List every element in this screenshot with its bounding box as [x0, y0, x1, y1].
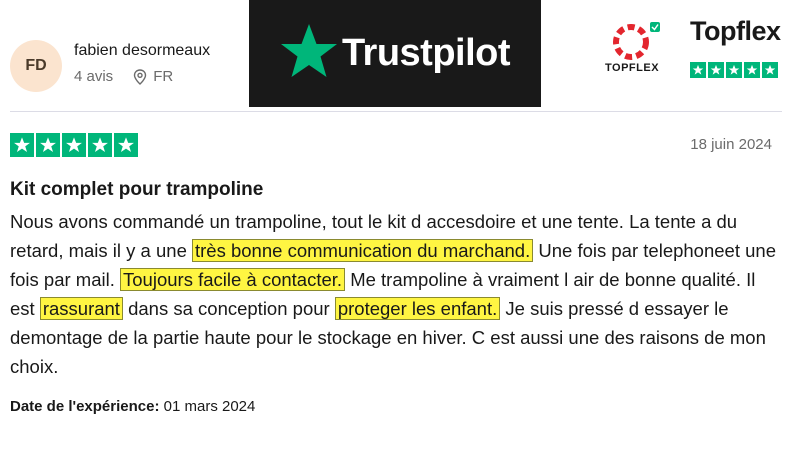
- topflex-rating-stars: [690, 62, 778, 78]
- experience-label: Date de l'expérience:: [10, 398, 160, 415]
- star-icon: [36, 133, 60, 157]
- star-icon: [726, 62, 742, 78]
- experience-date: Date de l'expérience: 01 mars 2024: [10, 398, 255, 415]
- experience-value: 01 mars 2024: [163, 398, 256, 415]
- avatar[interactable]: FD: [10, 40, 62, 92]
- location-pin-icon: [133, 68, 147, 85]
- review-body: Nous avons commandé un trampoline, tout …: [10, 207, 785, 381]
- highlighted-phrase: très bonne communication du marchand.: [192, 239, 534, 262]
- star-icon: [88, 133, 112, 157]
- star-icon: [10, 133, 34, 157]
- reviewer-meta: 4 avis FR: [74, 68, 173, 85]
- star-icon: [690, 62, 706, 78]
- review-title[interactable]: Kit complet pour trampoline: [10, 179, 263, 201]
- trustpilot-star-icon: [280, 23, 338, 84]
- trustpilot-wordmark: Trustpilot: [341, 32, 511, 74]
- topflex-wordmark: Topflex: [690, 16, 781, 46]
- review-text-segment: dans sa conception pour: [122, 298, 335, 319]
- highlighted-phrase: proteger les enfant.: [334, 297, 501, 320]
- highlighted-phrase: rassurant: [39, 297, 123, 320]
- reviewer-country: FR: [153, 68, 174, 85]
- reviewer-name[interactable]: fabien desormeaux: [74, 42, 210, 60]
- trustpilot-banner: Trustpilot: [249, 0, 541, 107]
- star-icon: [744, 62, 760, 78]
- header-divider: [10, 111, 782, 112]
- review-date: 18 juin 2024: [690, 136, 772, 153]
- star-icon: [708, 62, 724, 78]
- star-icon: [62, 133, 86, 157]
- topflex-mark-label: TOPFLEX: [605, 62, 660, 74]
- review-rating-stars: [10, 133, 138, 157]
- reviews-count: 4 avis: [74, 68, 114, 85]
- star-icon: [114, 133, 138, 157]
- highlighted-phrase: Toujours facile à contacter.: [120, 268, 346, 291]
- star-icon: [762, 62, 778, 78]
